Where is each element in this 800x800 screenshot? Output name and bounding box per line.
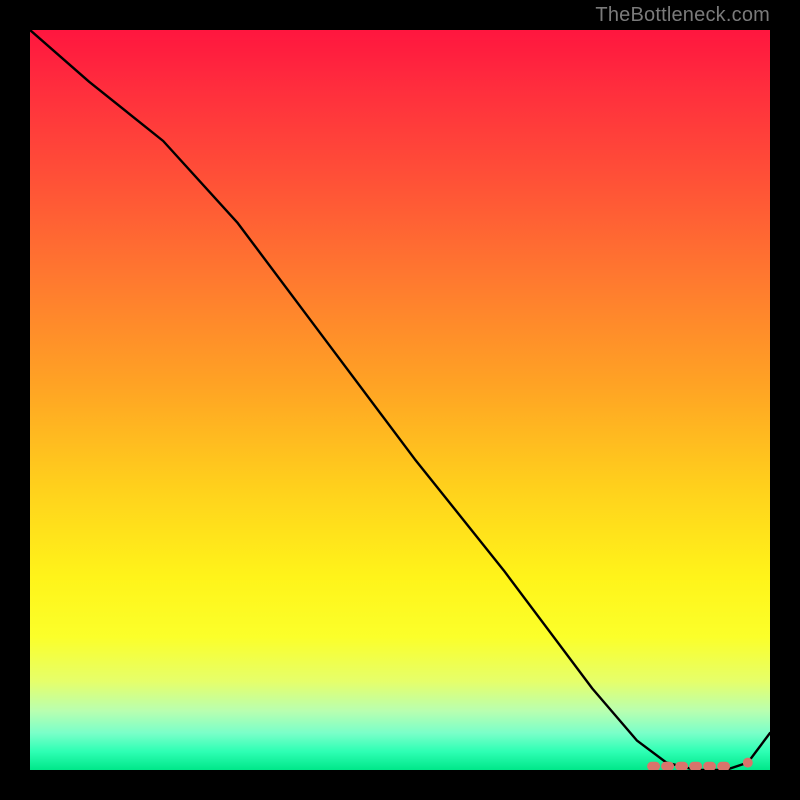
main-curve [30, 30, 770, 770]
plot-area [30, 30, 770, 770]
end-marker [743, 758, 753, 768]
attribution-text: TheBottleneck.com [595, 4, 770, 27]
chart-svg [30, 30, 770, 770]
chart-frame: TheBottleneck.com [0, 0, 800, 800]
